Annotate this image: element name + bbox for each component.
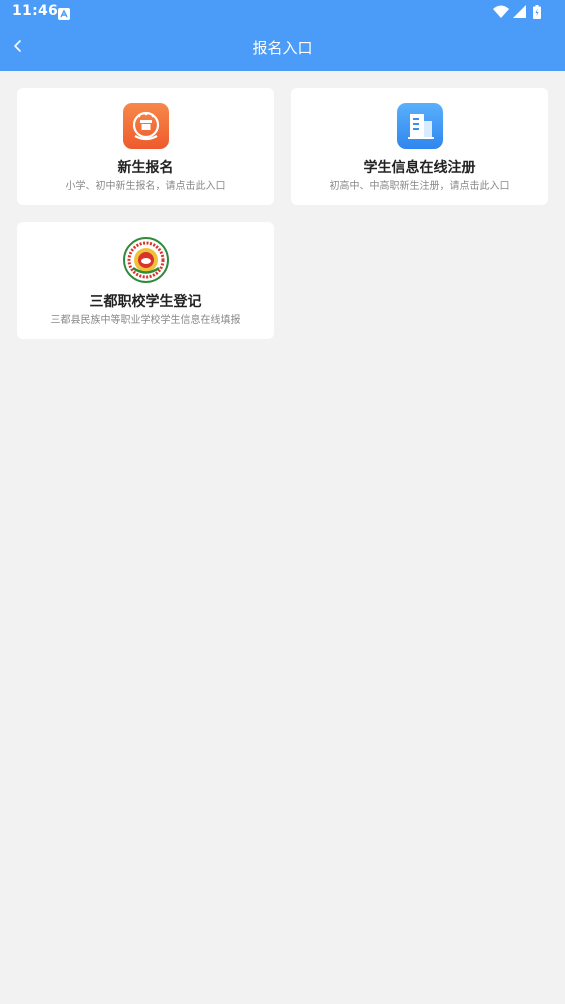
- notification-app-icon: [58, 5, 70, 20]
- card-vocational-school-registration[interactable]: 三都职校学生登记 三都县民族中等职业学校学生信息在线填报: [17, 222, 274, 339]
- card-title: 新生报名: [117, 160, 174, 176]
- card-new-student-enrollment[interactable]: 新生报名 小学、初中新生报名，请点击此入口: [17, 88, 274, 205]
- card-title: 学生信息在线注册: [363, 160, 476, 176]
- nav-bar: 报名入口: [0, 24, 565, 71]
- status-time: 11:46: [12, 3, 59, 19]
- card-description: 三都县民族中等职业学校学生信息在线填报: [50, 315, 241, 326]
- school-seal-icon: [122, 237, 169, 283]
- card-title: 三都职校学生登记: [89, 294, 202, 310]
- card-student-info-registration[interactable]: 学生信息在线注册 初高中、中高职新生注册，请点击此入口: [291, 88, 548, 205]
- emblem-icon: [122, 103, 169, 149]
- battery-icon: [533, 5, 541, 19]
- app-bar: 11:46 报名入口: [0, 0, 565, 71]
- card-description: 初高中、中高职新生注册，请点击此入口: [329, 181, 510, 192]
- page-title: 报名入口: [252, 39, 313, 57]
- status-icons: [493, 5, 549, 19]
- card-description: 小学、初中新生报名，请点击此入口: [65, 181, 226, 192]
- signal-icon: [513, 5, 526, 18]
- wifi-icon: [493, 5, 509, 18]
- building-icon: [396, 103, 443, 149]
- status-bar: 11:46: [0, 0, 565, 24]
